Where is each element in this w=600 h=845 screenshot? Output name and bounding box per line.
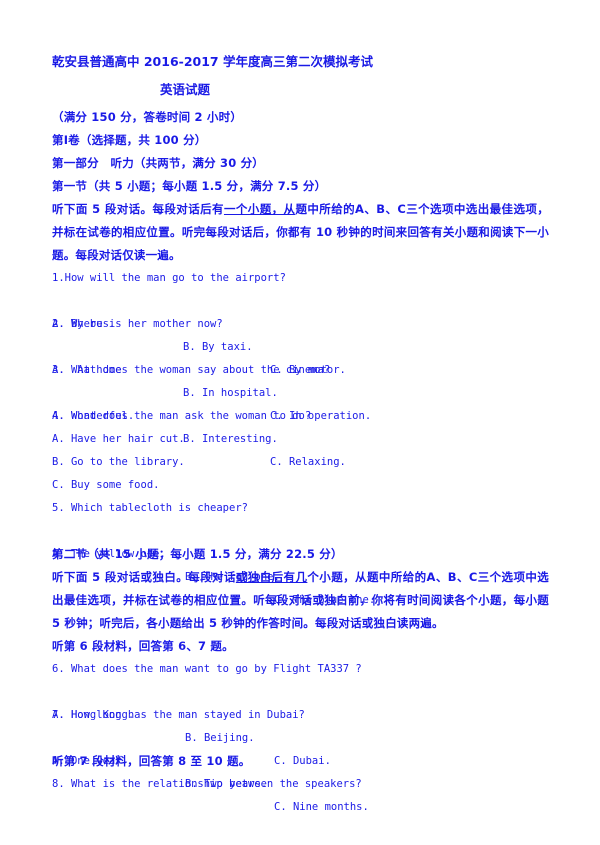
option-b[interactable]: B. Interesting. [183,428,278,451]
question-6-text: 6. What does the man want to go by Fligh… [52,663,362,675]
option-c[interactable]: C. Dubai. [274,750,331,773]
part-one-heading: 第一部分 听力（共两节，满分 30 分） [52,156,265,170]
option-c[interactable]: C. The blue one. [274,589,375,612]
question-4-option-c[interactable]: C. Buy some food. [52,474,549,497]
exam-subject: 英语试题 [160,82,211,97]
section-one-heading: 第一节（共 5 小题；每小题 1.5 分，满分 7.5 分） [52,179,327,193]
question-5-options: A. The yellow one. B. The red one. C. Th… [52,520,549,606]
option-a[interactable]: A. One year. [52,750,128,773]
option-a[interactable]: A. Hong Kong. [52,704,134,727]
option-b[interactable]: B. The red one. [185,566,280,589]
instr-underlined-text: 一个小题，从 [223,202,296,216]
score-note: （满分 150 分，答卷时间 2 小时） [52,110,243,124]
section-one-instructions: 听下面 5 段对话。每段对话后有一个小题，从题中所给的A、B、C三个选项中选出最… [52,198,549,267]
question-1-options: A. By bus. B. By taxi. C. By motor. [52,290,549,376]
option-c[interactable]: C. Relaxing. [270,451,346,474]
question-1-text: 1.How will the man go to the airport? [52,272,286,284]
instr-pre-text: 听下面 5 段对话。每段对话后有 [52,202,224,216]
question-6-options: A. Hong Kong. B. Beijing. C. Dubai. [52,681,549,767]
material-6-heading: 听第 6 段材料，回答第 6、7 题。 [52,639,234,653]
option-a[interactable]: A. The yellow one. [52,543,166,566]
question-2-options: A. At home B. In hospital. C. In operati… [52,336,549,422]
option-a[interactable]: A. Wonderful. [52,405,134,428]
question-5-text: 5. Which tablecloth is cheaper? [52,502,248,514]
document-content: 乾安县普通高中 2016-2017 学年度高三第二次模拟考试 英语试题 （满分 … [52,50,549,813]
document-page: 乾安县普通高中 2016-2017 学年度高三第二次模拟考试 英语试题 （满分 … [0,0,600,845]
option-a[interactable]: A. At home [52,359,122,382]
option-c[interactable]: C. By motor. [270,359,346,382]
question-8-text: 8. What is the relationship between the … [52,778,362,790]
option-b[interactable]: B. Two years. [185,773,267,796]
question-2-text: 2. Where is her mother now? [52,318,223,330]
exam-title: 乾安县普通高中 2016-2017 学年度高三第二次模拟考试 [52,54,373,69]
question-7-options: A. One year. B. Two years. C. Nine month… [52,727,549,813]
option-c[interactable]: C. In operation. [270,405,371,428]
option-a[interactable]: A. By bus. [52,313,115,336]
option-c[interactable]: C. Nine months. [274,796,369,819]
question-4-option-a[interactable]: A. Have her hair cut. [52,428,549,451]
question-3-options: A. Wonderful. B. Interesting. C. Relaxin… [52,382,549,468]
paper-section-heading: 第Ⅰ卷（选择题，共 100 分） [52,133,207,147]
